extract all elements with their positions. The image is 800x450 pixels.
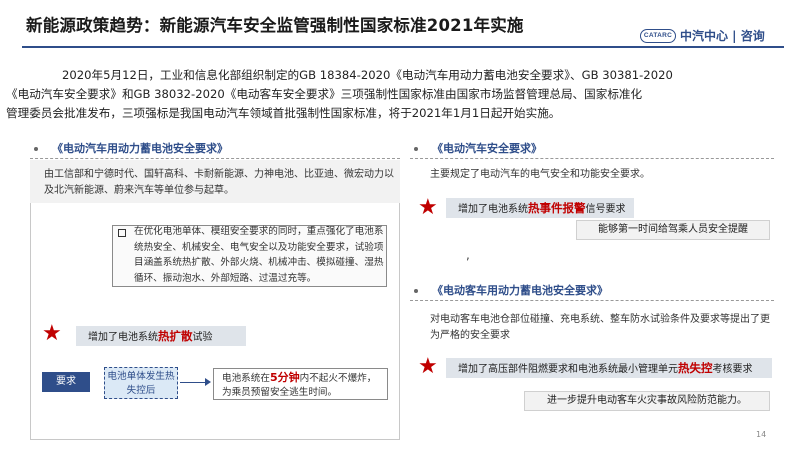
right-bottom-heading: 《电动客车用动力蓄电池安全要求》 (432, 284, 608, 297)
banner-prefix: 增加了高压部件阻燃要求和电池系统最小管理单元 (458, 364, 678, 375)
banner-suffix: 信号要求 (585, 204, 626, 215)
right-top-text: 主要规定了电动汽车的电气安全和功能安全要求。 (430, 169, 650, 180)
right-top-dashed-divider (410, 158, 774, 159)
banner-highlight: 热失控 (678, 361, 713, 375)
intro-line-1: 2020年5月12日，工业和信息化部组织制定的GB 18384-2020《电动汽… (62, 68, 673, 82)
result-suffix: 内不起火不爆炸， (299, 373, 377, 384)
checkbox-icon (118, 229, 126, 237)
separator-mark: , (466, 248, 470, 262)
right-top-heading: 《电动汽车安全要求》 (432, 142, 542, 155)
left-section-heading: 《电动汽车用动力蓄电池安全要求》 (52, 142, 228, 155)
star-icon: ★ (418, 195, 438, 220)
logo: CATARC 中汽中心 | 咨询 (640, 27, 765, 44)
catarc-logo-icon: CATARC (640, 28, 676, 43)
right-bottom-dashed-divider (410, 300, 774, 301)
bullet-dot (34, 147, 38, 151)
result-line-2: 为乘员预留安全逃生时间。 (222, 387, 338, 398)
result-box: 电池系统在5分钟内不起火不爆炸， 为乘员预留安全逃生时间。 (213, 368, 388, 400)
bullet-dot (414, 289, 418, 293)
banner-suffix: 考核要求 (712, 364, 753, 375)
banner-suffix: 试验 (192, 332, 213, 343)
intro-line-2: 《电动汽车安全要求》和GB 38032-2020《电动客车安全要求》三项强制性国… (6, 87, 643, 101)
logo-text: 中汽中心 | 咨询 (680, 29, 765, 43)
banner-highlight: 热扩散 (158, 329, 193, 343)
right-bottom-text: 对电动客车电池仓部位碰撞、充电系统、整车防水试验条件及要求等提出了更为严格的安全… (430, 314, 770, 341)
arrow-right-icon (205, 378, 211, 386)
banner-prefix: 增加了电池系统 (88, 332, 158, 343)
left-drafters-text: 由工信部和宁德时代、国轩高科、卡耐新能源、力神电池、比亚迪、微宏动力以及北汽新能… (44, 169, 394, 196)
requirement-label: 要求 (42, 372, 90, 392)
banner-highlight: 热事件报警 (528, 201, 586, 215)
left-dashed-divider (30, 158, 400, 159)
right-bottom-highlight-banner: 增加了高压部件阻燃要求和电池系统最小管理单元热失控考核要求 (446, 358, 772, 378)
right-top-detail: 能够第一时间给驾乘人员安全提醒 (576, 220, 770, 240)
title-divider (22, 46, 784, 48)
star-icon: ★ (418, 354, 438, 379)
intro-line-3: 管理委员会批准发布，三项强标是我国电动汽车领域首批强制性国家标准，将于2021年… (6, 106, 561, 120)
right-top-highlight-banner: 增加了电池系统热事件报警信号要求 (446, 198, 634, 218)
result-prefix: 电池系统在 (222, 373, 270, 384)
result-highlight: 5分钟 (269, 371, 300, 384)
left-inner-text: 在优化电池单体、模组安全要求的同时，重点强化了电池系统热安全、机械安全、电气安全… (134, 226, 384, 284)
banner-prefix: 增加了电池系统 (458, 204, 528, 215)
intro-paragraph: 2020年5月12日，工业和信息化部组织制定的GB 18384-2020《电动汽… (6, 66, 774, 123)
page-title: 新能源政策趋势：新能源汽车安全监管强制性国家标准2021年实施 (26, 16, 524, 35)
right-bottom-detail: 进一步提升电动客车火灾事故风险防范能力。 (524, 391, 770, 411)
arrow-line (180, 382, 208, 383)
star-icon: ★ (42, 321, 62, 346)
left-highlight-banner: 增加了电池系统热扩散试验 (76, 326, 246, 346)
bullet-dot (414, 147, 418, 151)
page-number: 14 (756, 430, 767, 439)
condition-box: 电池单体发生热失控后 (104, 367, 178, 399)
